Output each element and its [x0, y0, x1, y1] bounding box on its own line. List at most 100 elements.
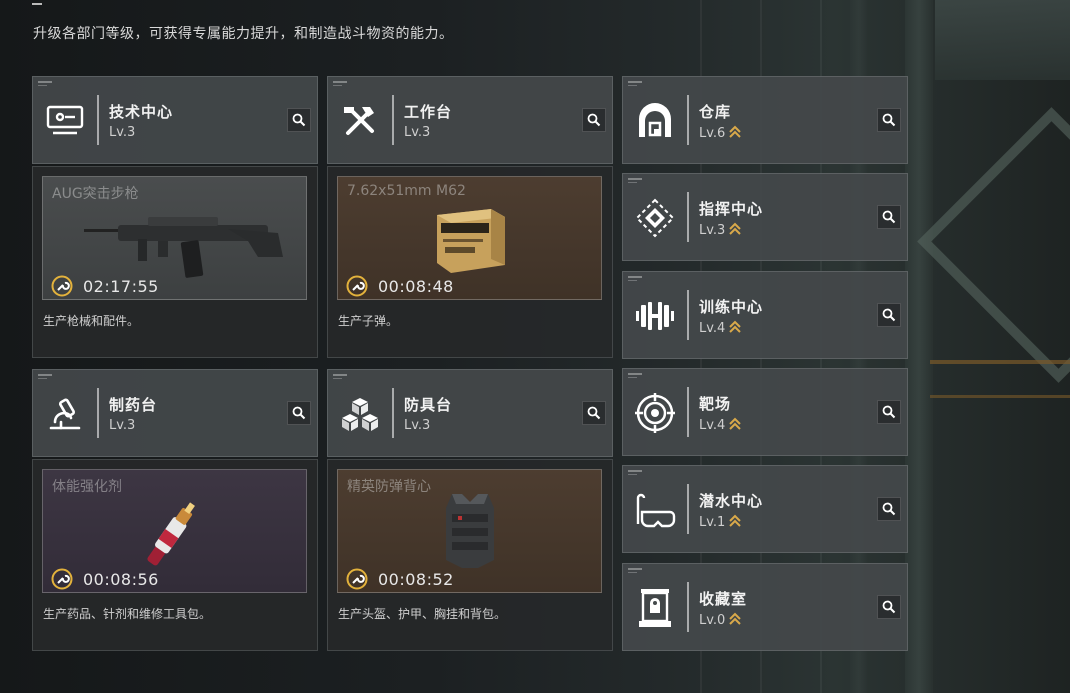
production-panel[interactable]: AUG突击步枪 02:17:55 生产枪械和配件。: [32, 166, 318, 358]
dept-name: 仓库: [699, 103, 732, 121]
injector-image: [147, 502, 195, 566]
dept-card-armor-bench[interactable]: 防具台 Lv.3 精英防弹背心 00:08:52 生产头盔、护甲、胸挂和背包。: [327, 369, 613, 651]
search-button[interactable]: [877, 303, 901, 327]
magnifier-icon: [882, 600, 896, 614]
display-case-icon: [633, 586, 677, 630]
production-item-slot[interactable]: 7.62x51mm M62 00:08:48: [337, 176, 602, 300]
dept-name: 收藏室: [699, 590, 748, 608]
production-item-slot[interactable]: 体能强化剂 00:08:56: [42, 469, 307, 593]
assault-rifle-image: [84, 217, 283, 278]
wrench-timer-icon: [346, 568, 368, 590]
magnifier-icon: [292, 406, 306, 420]
dept-description: 生产药品、针剂和维修工具包。: [43, 607, 212, 621]
search-button[interactable]: [582, 108, 606, 132]
dept-card-command-center[interactable]: 指挥中心 Lv.3: [622, 173, 908, 261]
item-name: 体能强化剂: [52, 479, 122, 495]
warehouse-icon: [633, 99, 677, 143]
magnifier-icon: [882, 502, 896, 516]
dept-name: 潜水中心: [699, 492, 764, 510]
ammo-box-image: [437, 209, 505, 273]
upgrade-chevron-icon: [729, 514, 742, 527]
production-item-slot[interactable]: AUG突击步枪 02:17:55: [42, 176, 307, 300]
dept-level-row: Lv.3: [699, 222, 742, 238]
dept-level: Lv.3: [109, 125, 136, 140]
wrench-timer-icon: [346, 275, 368, 297]
magnifier-icon: [587, 113, 601, 127]
magnifier-icon: [587, 406, 601, 420]
item-name: 精英防弹背心: [347, 479, 431, 495]
magnifier-icon: [882, 405, 896, 419]
dept-header[interactable]: 防具台 Lv.3: [327, 369, 613, 457]
dept-header[interactable]: 技术中心 Lv.3: [32, 76, 318, 164]
dept-name: 技术中心: [109, 103, 174, 121]
upgrade-chevron-icon: [729, 320, 742, 333]
dept-level: Lv.3: [109, 418, 136, 433]
dept-name: 指挥中心: [699, 200, 764, 218]
dept-card-shooting-range[interactable]: 靶场 Lv.4: [622, 368, 908, 456]
search-button[interactable]: [582, 401, 606, 425]
upgrade-chevron-icon: [729, 125, 742, 138]
dept-name: 训练中心: [699, 298, 764, 316]
production-item-slot[interactable]: 精英防弹背心 00:08:52: [337, 469, 602, 593]
dept-header[interactable]: 工作台 Lv.3: [327, 76, 613, 164]
production-panel[interactable]: 7.62x51mm M62 00:08:48 生产子弹。: [327, 166, 613, 358]
dept-level-row: Lv.1: [699, 514, 742, 530]
dept-card-diving-center[interactable]: 潜水中心 Lv.1: [622, 465, 908, 553]
magnifier-icon: [882, 308, 896, 322]
upgrade-chevron-icon: [729, 222, 742, 235]
dept-level: Lv.3: [404, 125, 431, 140]
dept-description: 生产枪械和配件。: [43, 314, 140, 328]
dept-description: 生产子弹。: [338, 314, 399, 328]
dumbbell-icon: [633, 294, 677, 338]
wrench-timer-icon: [51, 275, 73, 297]
search-button[interactable]: [877, 497, 901, 521]
wrench-timer-icon: [51, 568, 73, 590]
dept-card-collection-room[interactable]: 收藏室 Lv.0: [622, 563, 908, 651]
dept-level: Lv.4: [699, 418, 726, 433]
search-button[interactable]: [287, 401, 311, 425]
search-button[interactable]: [877, 400, 901, 424]
production-panel[interactable]: 精英防弹背心 00:08:52 生产头盔、护甲、胸挂和背包。: [327, 459, 613, 651]
dept-card-workbench[interactable]: 工作台 Lv.3 7.62x51mm M62 00:08:48 生产子弹。: [327, 76, 613, 358]
dept-level: Lv.6: [699, 126, 726, 141]
dept-level: Lv.0: [699, 613, 726, 628]
diving-goggles-icon: [633, 488, 677, 532]
dept-name: 靶场: [699, 395, 732, 413]
dept-card-pharmacy[interactable]: 制药台 Lv.3 体能强化剂 00:08:56 生产药品、针剂和维修工具包。: [32, 369, 318, 651]
dept-name: 制药台: [109, 396, 158, 414]
dept-level-row: Lv.4: [699, 417, 742, 433]
magnifier-icon: [882, 113, 896, 127]
production-panel[interactable]: 体能强化剂 00:08:56 生产药品、针剂和维修工具包。: [32, 459, 318, 651]
dept-name: 防具台: [404, 396, 453, 414]
upgrade-chevron-icon: [729, 612, 742, 625]
dept-level: Lv.1: [699, 515, 726, 530]
dept-description: 生产头盔、护甲、胸挂和背包。: [338, 607, 507, 621]
tools-icon: [338, 99, 382, 143]
dept-card-warehouse[interactable]: 仓库 Lv.6: [622, 76, 908, 164]
magnifier-icon: [882, 210, 896, 224]
microscope-icon: [43, 392, 87, 436]
dept-card-training-center[interactable]: 训练中心 Lv.4: [622, 271, 908, 359]
dept-level-row: Lv.6: [699, 125, 742, 141]
search-button[interactable]: [877, 108, 901, 132]
command-icon: [633, 196, 677, 240]
armor-vest-image: [446, 494, 494, 568]
production-timer: 00:08:52: [378, 570, 454, 589]
search-button[interactable]: [287, 108, 311, 132]
target-icon: [633, 391, 677, 435]
search-button[interactable]: [877, 205, 901, 229]
upgrade-chevron-icon: [729, 417, 742, 430]
computer-icon: [43, 99, 87, 143]
blocks-icon: [338, 392, 382, 436]
search-button[interactable]: [877, 595, 901, 619]
production-timer: 02:17:55: [83, 277, 159, 296]
dept-level-row: Lv.0: [699, 612, 742, 628]
dept-level-row: Lv.4: [699, 320, 742, 336]
dept-level: Lv.3: [699, 223, 726, 238]
magnifier-icon: [292, 113, 306, 127]
dept-level: Lv.3: [404, 418, 431, 433]
item-name: 7.62x51mm M62: [347, 183, 466, 199]
dept-name: 工作台: [404, 103, 453, 121]
dept-card-tech-center[interactable]: 技术中心 Lv.3 AUG突击步枪 02:17:55 生产枪械和配件。: [32, 76, 318, 358]
dept-header[interactable]: 制药台 Lv.3: [32, 369, 318, 457]
